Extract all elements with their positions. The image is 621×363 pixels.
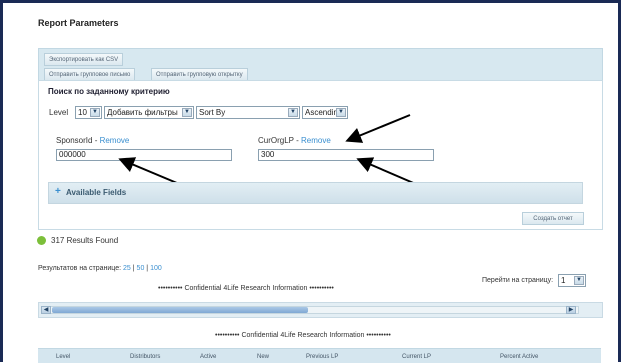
check-circle-icon [37,236,46,245]
plus-icon[interactable]: + [55,186,61,197]
pipe-separator: | [132,265,135,272]
scrollbar-thumb[interactable] [52,307,308,313]
goto-page-label: Перейти на страницу: [482,277,554,284]
header-active[interactable]: Active [200,354,216,360]
header-percent-active[interactable]: Percent Active [500,354,538,360]
available-fields-bar[interactable] [48,182,583,204]
available-fields-label[interactable]: Available Fields [66,188,126,197]
arrow-right-icon[interactable]: ▶ [566,306,576,314]
results-count: 317 Results Found [51,236,119,245]
arrow-to-remove-link [345,114,411,143]
goto-page-select[interactable]: 1 ▼ [558,274,586,287]
create-report-button[interactable]: Создать отчет [522,212,584,225]
per-page-label: Результатов на странице: [38,265,122,272]
confidential-banner-top: •••••••••• Confidential 4Life Research I… [158,285,334,292]
header-distributors[interactable]: Distributors [130,354,160,360]
per-page-50-link[interactable]: 50 [137,265,145,272]
arrow-left-icon[interactable]: ◀ [41,306,51,314]
pipe-separator: | [146,265,149,272]
chevron-down-icon: ▼ [574,276,584,285]
per-page-100-link[interactable]: 100 [150,265,162,272]
header-previous-lp[interactable]: Previous LP [306,354,338,360]
header-new[interactable]: New [257,354,269,360]
confidential-banner-bottom: •••••••••• Confidential 4Life Research I… [215,332,391,339]
header-level[interactable]: Level [56,354,70,360]
goto-page-value: 1 [561,276,566,285]
per-page-selector: Результатов на странице: 25 | 50 | 100 [38,265,162,272]
header-current-lp[interactable]: Current LP [402,354,431,360]
per-page-25-link[interactable]: 25 [123,265,131,272]
